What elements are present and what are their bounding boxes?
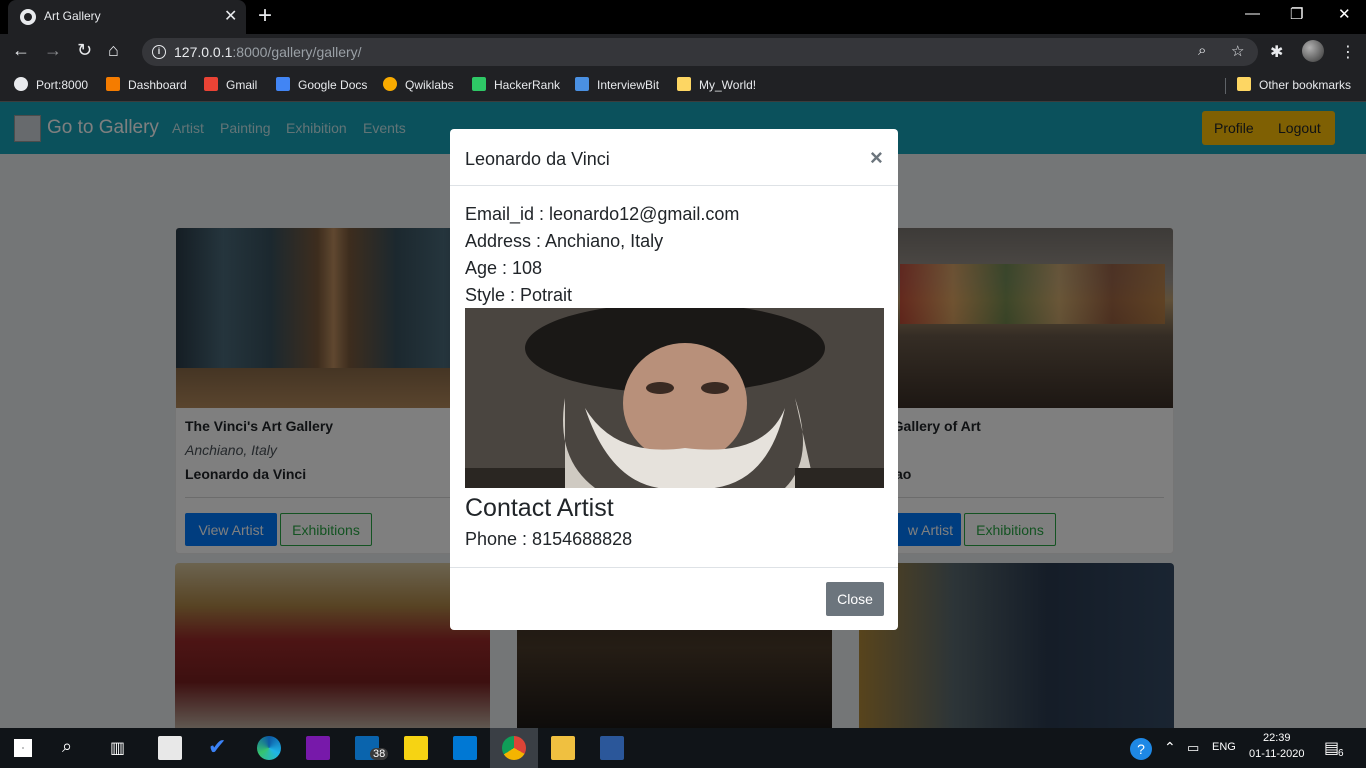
notification-badge: 6 (1338, 748, 1344, 759)
artist-portrait (465, 308, 884, 488)
browser-toolbar: ← → ↻ ⌂ i 127.0.0.1:8000/gallery/gallery… (0, 34, 1366, 70)
bookmark-port[interactable]: Port:8000 (14, 77, 88, 92)
artist-modal: Leonardo da Vinci × Email_id : leonardo1… (450, 129, 898, 630)
forward-icon[interactable]: → (44, 40, 62, 61)
bookmark-star-icon[interactable]: ☆ (1231, 42, 1244, 60)
other-bookmarks[interactable]: Other bookmarks (1237, 77, 1351, 92)
language-indicator[interactable]: ENG (1212, 741, 1236, 753)
mail-badge: 38 (370, 748, 389, 760)
contact-heading: Contact Artist (465, 494, 614, 522)
bookmark-dashboard[interactable]: Dashboard (106, 77, 187, 92)
profile-avatar[interactable] (1302, 40, 1324, 62)
hackerrank-icon (472, 77, 486, 91)
tab-title: Art Gallery (44, 9, 101, 23)
windows-start-icon[interactable] (14, 739, 32, 757)
artist-phone: Phone : 8154688828 (465, 529, 633, 549)
modal-header-divider (450, 185, 898, 186)
bookmark-google-docs[interactable]: Google Docs (276, 77, 367, 92)
gmail-icon (204, 77, 218, 91)
folder-icon (1237, 77, 1251, 91)
help-icon[interactable]: ? (1130, 738, 1152, 760)
modal-footer-divider (450, 567, 898, 568)
bookmark-gmail[interactable]: Gmail (204, 77, 257, 92)
zoom-icon[interactable]: ⌕ (1198, 42, 1206, 59)
window-close-icon[interactable]: ✕ (1338, 5, 1351, 23)
reload-icon[interactable]: ↻ (77, 40, 92, 61)
restore-icon[interactable]: ❐ (1290, 5, 1303, 23)
notification-icon[interactable]: ▤ (1324, 738, 1339, 758)
browser-tab[interactable]: Art Gallery ✕ (8, 0, 246, 34)
address-bar[interactable]: i 127.0.0.1:8000/gallery/gallery/ ⌕ ☆ (142, 38, 1258, 66)
bookmark-interviewbit[interactable]: InterviewBit (575, 77, 659, 92)
url-text[interactable]: 127.0.0.1:8000/gallery/gallery/ (174, 44, 362, 60)
page-viewport: Go to Gallery Artist Painting Exhibition… (0, 102, 1366, 728)
extensions-icon[interactable]: ✱ (1270, 42, 1283, 62)
sticky-notes-icon[interactable] (404, 736, 428, 760)
file-explorer-icon[interactable] (551, 736, 575, 760)
word-icon[interactable] (600, 736, 624, 760)
tab-close-icon[interactable]: ✕ (224, 6, 237, 26)
back-icon[interactable]: ← (12, 40, 30, 61)
search-icon[interactable]: ⌕ (62, 736, 86, 760)
vscode-icon[interactable] (453, 736, 477, 760)
minimize-icon[interactable]: — (1245, 5, 1260, 22)
close-icon[interactable]: × (870, 145, 883, 171)
interviewbit-icon (575, 77, 589, 91)
chrome-icon (502, 736, 526, 760)
clock-time[interactable]: 22:39 (1263, 732, 1291, 744)
edge-icon[interactable] (257, 736, 281, 760)
menu-icon[interactable]: ⋮ (1340, 42, 1356, 62)
battery-icon[interactable]: ▭ (1187, 740, 1199, 756)
clock-date[interactable]: 01-11-2020 (1249, 748, 1304, 760)
taskbar-active-app[interactable] (490, 728, 538, 768)
modal-title: Leonardo da Vinci (465, 149, 610, 169)
task-view-icon[interactable]: ▥ (110, 738, 134, 762)
chevron-up-icon[interactable]: ⌃ (1164, 739, 1176, 756)
bookmarks-divider (1225, 78, 1226, 94)
onenote-icon[interactable] (306, 736, 330, 760)
bookmark-my-world[interactable]: My_World! (677, 77, 756, 92)
todo-icon[interactable]: ✔ (208, 734, 232, 759)
docs-icon (276, 77, 290, 91)
artist-email: Email_id : leonardo12@gmail.com (465, 204, 740, 224)
browser-titlebar: Art Gallery ✕ + — ❐ ✕ (0, 0, 1366, 34)
artist-age: Age : 108 (465, 258, 543, 278)
site-info-icon[interactable]: i (152, 45, 166, 59)
globe-icon (14, 77, 28, 91)
bookmark-qwiklabs[interactable]: Qwiklabs (383, 77, 454, 92)
bookmarks-bar: Port:8000 Dashboard Gmail Google Docs Qw… (0, 70, 1366, 102)
store-icon[interactable] (158, 736, 182, 760)
close-button[interactable]: Close (826, 582, 884, 616)
dashboard-icon (106, 77, 120, 91)
new-tab-icon[interactable]: + (258, 2, 272, 30)
windows-taskbar: ⌕ ▥ ✔ 38 ? ⌃ ▭ ENG 22:39 01-11-2020 ▤ 6 (0, 728, 1366, 768)
folder-icon (677, 77, 691, 91)
artist-style: Style : Potrait (465, 285, 573, 305)
qwiklabs-icon (383, 77, 397, 91)
bookmark-hackerrank[interactable]: HackerRank (472, 77, 560, 92)
artist-address: Address : Anchiano, Italy (465, 231, 664, 251)
globe-icon (20, 9, 36, 25)
home-icon[interactable]: ⌂ (108, 40, 119, 61)
